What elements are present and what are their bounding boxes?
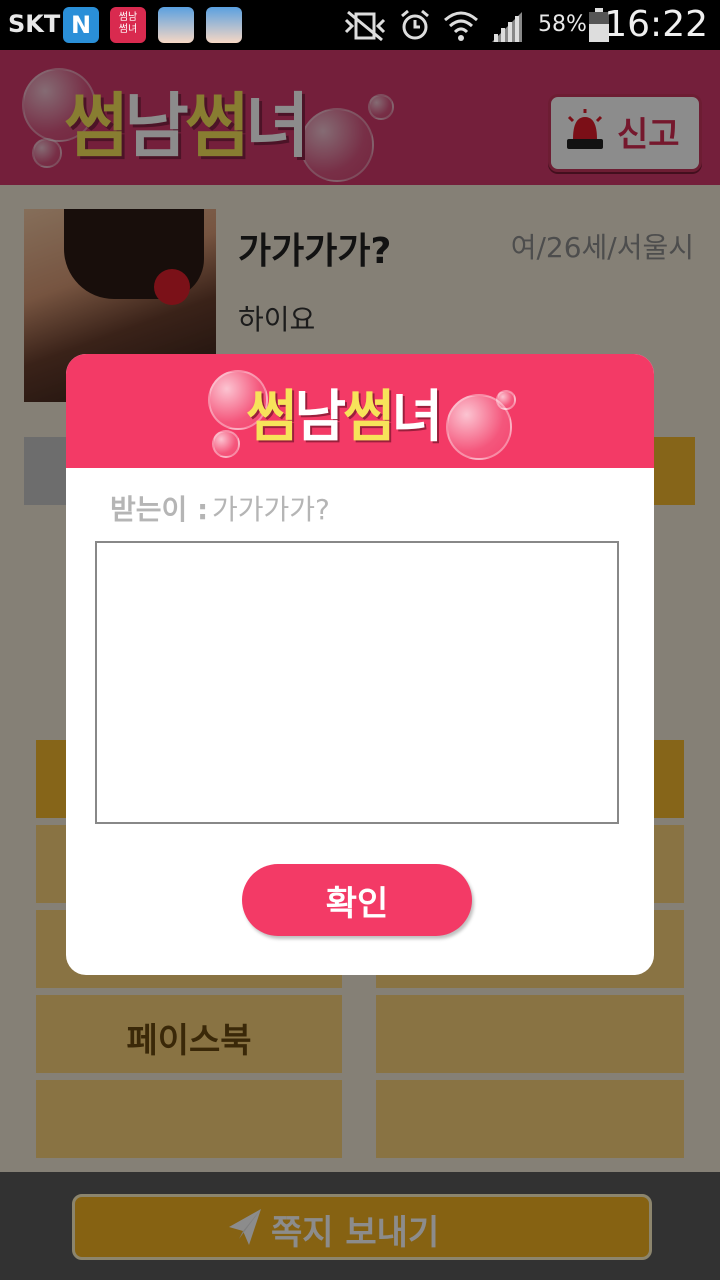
logo-char: 남 — [294, 385, 347, 450]
wifi-icon — [444, 11, 478, 41]
recipient-label: 받는이 : — [110, 493, 209, 526]
bubble-decoration — [496, 390, 516, 410]
app-icon-label: 썸남 썸녀 — [118, 12, 138, 35]
dialog-logo: 썸남썸녀 — [246, 372, 444, 453]
carrier-label: SKT — [8, 10, 61, 38]
message-dialog: 썸남썸녀 받는이 : 가가가가? 확인 — [66, 354, 654, 975]
bubble-decoration — [212, 430, 240, 458]
status-bar: SKT N 썸남 썸녀 58% 16:22 — [0, 0, 720, 50]
confirm-button[interactable]: 확인 — [242, 864, 472, 936]
logo-char: 썸 — [246, 385, 298, 450]
clock: 16:22 — [604, 4, 708, 45]
battery-percent: 58% — [538, 12, 587, 37]
signal-icon — [492, 12, 522, 42]
dialog-header: 썸남썸녀 — [66, 354, 654, 468]
character-app-icon — [158, 7, 194, 43]
alarm-icon — [401, 9, 429, 40]
sseomnam-app-icon: 썸남 썸녀 — [110, 7, 146, 43]
character-app-icon-2 — [206, 7, 242, 43]
message-input[interactable] — [95, 541, 619, 824]
logo-char: 썸 — [343, 385, 395, 450]
naver-app-icon: N — [63, 7, 99, 43]
recipient-name: 가가가가? — [212, 493, 330, 526]
logo-char: 녀 — [391, 385, 444, 450]
mute-vibrate-icon — [344, 10, 386, 42]
